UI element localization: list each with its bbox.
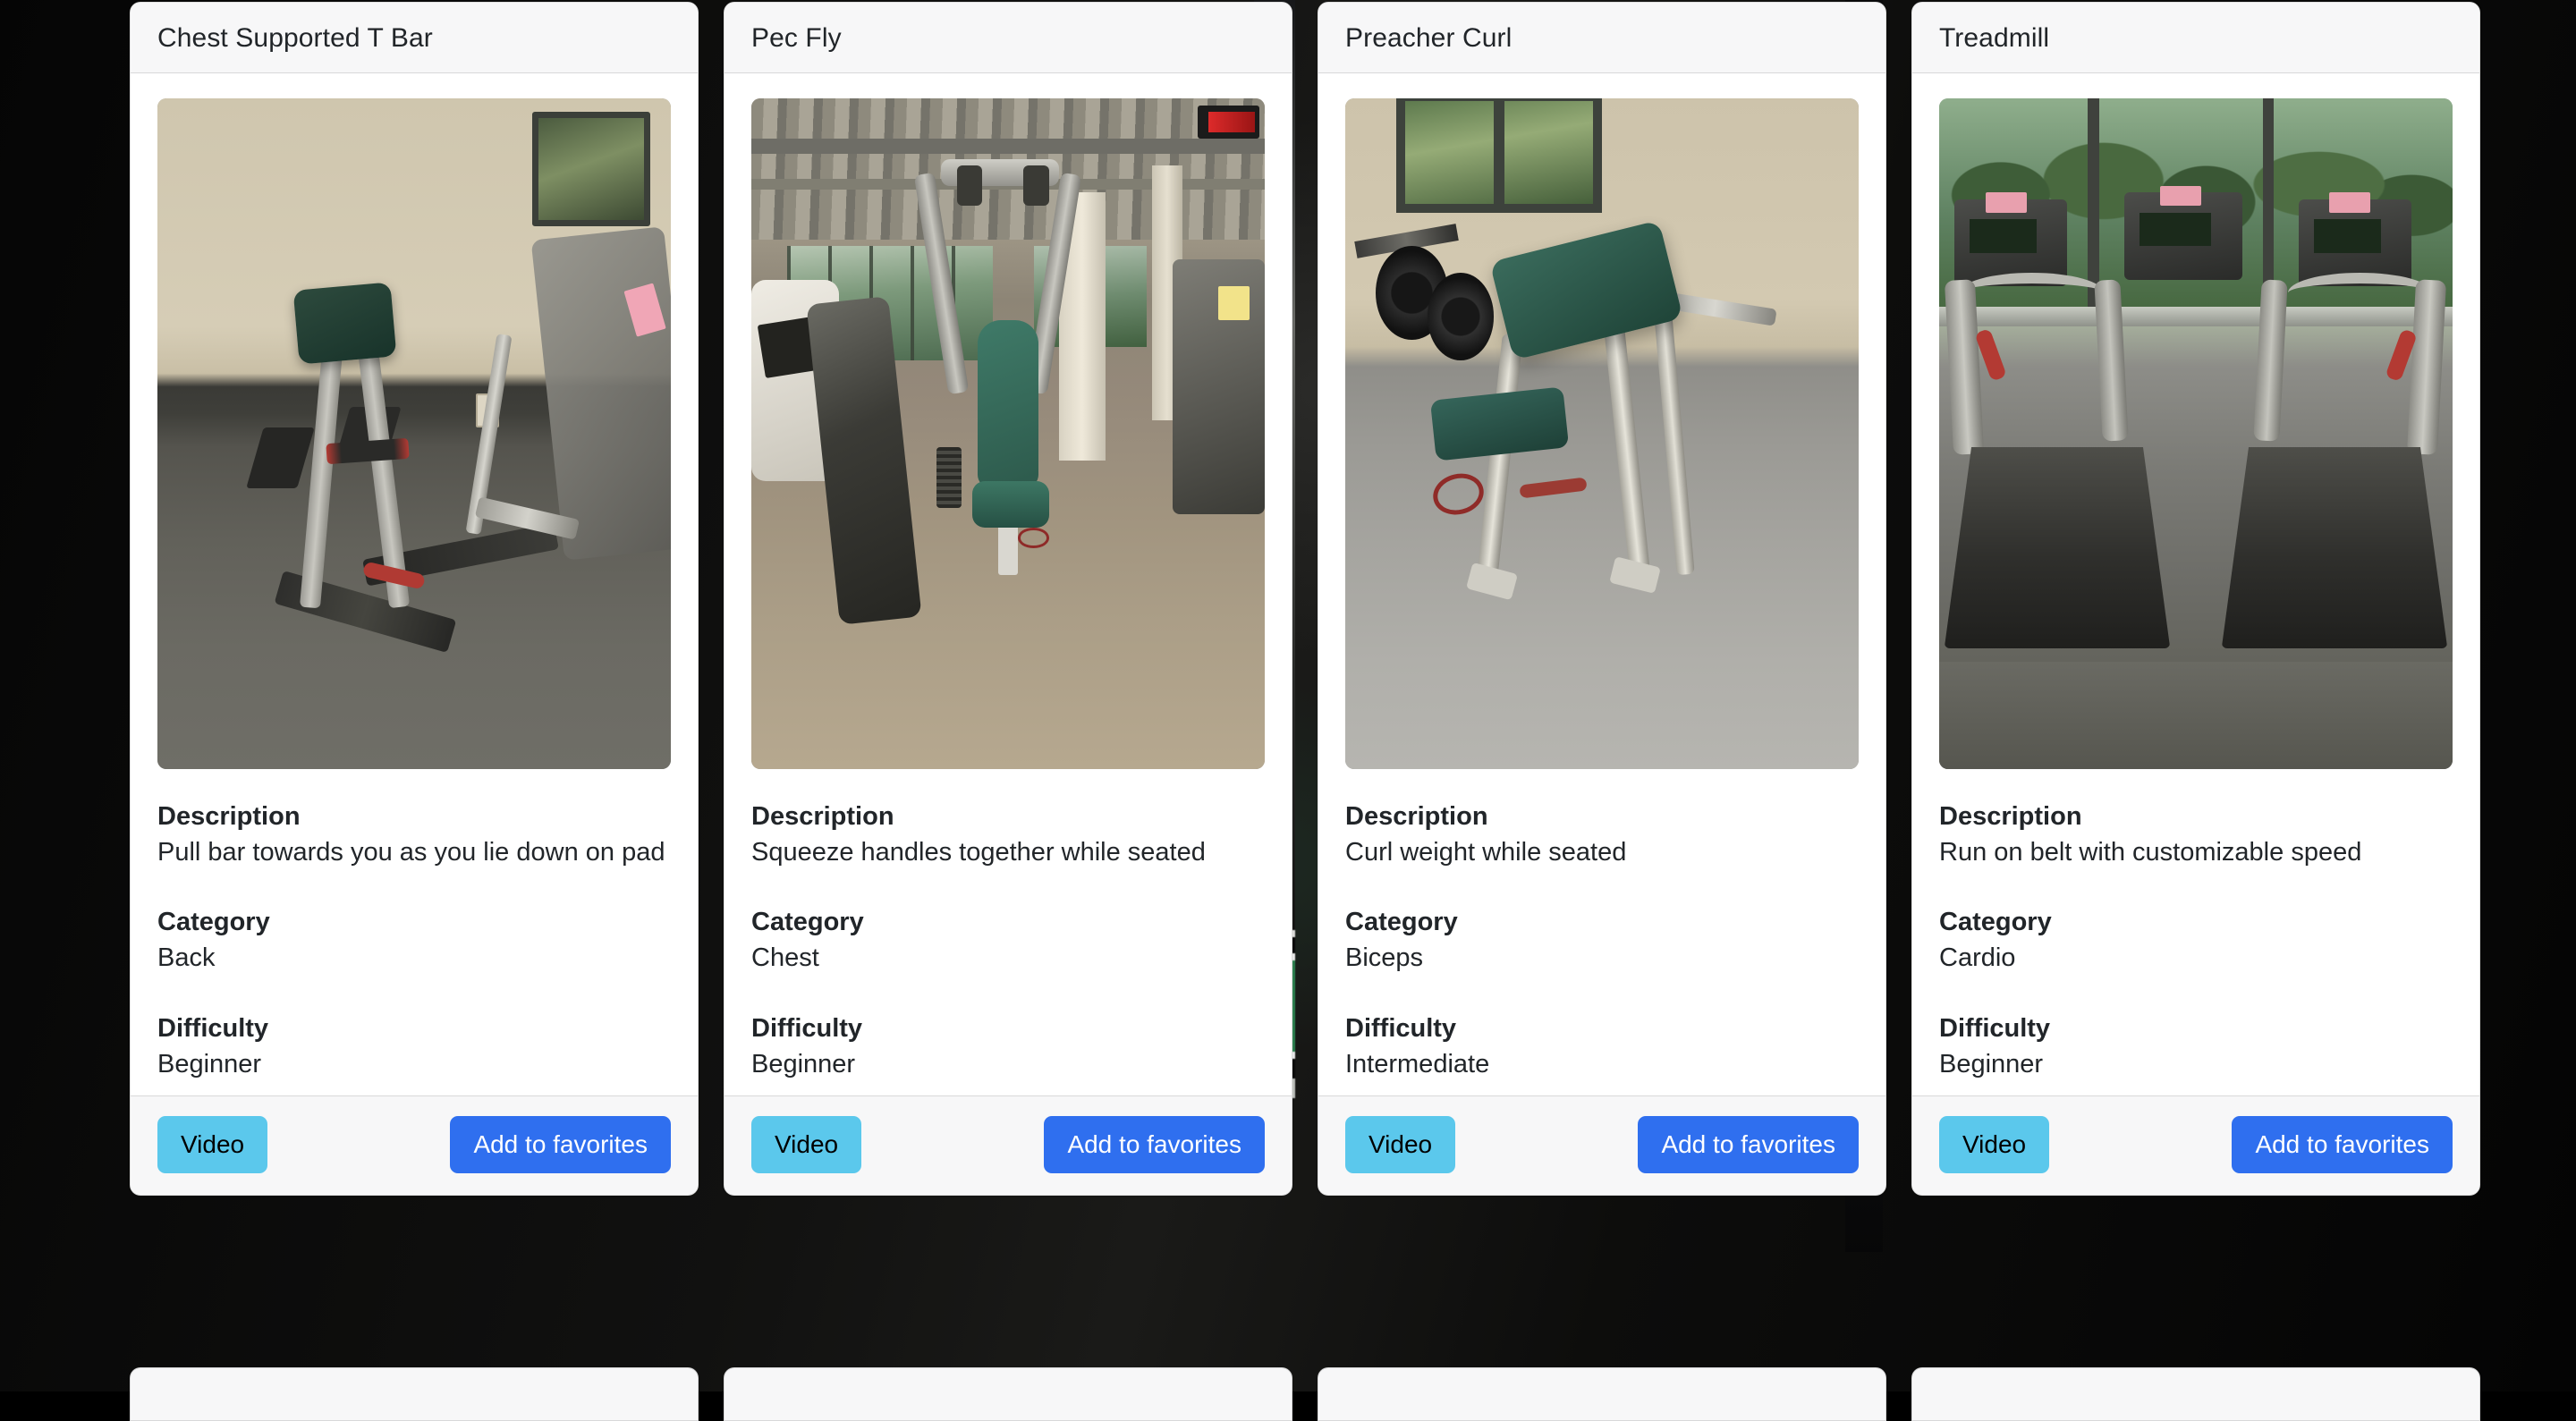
category-value: Cardio (1939, 940, 2453, 977)
card-title: Pec Fly (724, 3, 1292, 73)
exercise-card-column: Pec Fly (724, 2, 1292, 1196)
exercise-image (751, 98, 1265, 769)
difficulty-value: Beginner (1939, 1046, 2453, 1083)
exercise-card[interactable] (1318, 1367, 1886, 1421)
description-value: Pull bar towards you as you lie down on … (157, 834, 671, 871)
video-button[interactable]: Video (751, 1116, 861, 1173)
description-value: Curl weight while seated (1345, 834, 1859, 871)
video-button[interactable]: Video (1939, 1116, 2049, 1173)
difficulty-value: Intermediate (1345, 1046, 1859, 1083)
card-footer: Video Add to favorites (724, 1095, 1292, 1195)
exercise-card-column: Treadmill (1911, 2, 2480, 1196)
card-body: Description Curl weight while seated Cat… (1318, 73, 1885, 1095)
card-body: Description Pull bar towards you as you … (131, 73, 698, 1095)
card-footer: Video Add to favorites (1912, 1095, 2479, 1195)
category-value: Chest (751, 940, 1265, 977)
difficulty-label: Difficulty (1345, 1011, 1859, 1046)
add-to-favorites-button[interactable]: Add to favorites (1044, 1116, 1265, 1173)
category-value: Back (157, 940, 671, 977)
exercise-card[interactable] (1911, 1367, 2480, 1421)
category-label: Category (1939, 905, 2453, 940)
category-value: Biceps (1345, 940, 1859, 977)
exercise-card: Treadmill (1911, 2, 2480, 1196)
category-label: Category (1345, 905, 1859, 940)
description-label: Description (1939, 799, 2453, 834)
description-value: Run on belt with customizable speed (1939, 834, 2453, 871)
description-label: Description (1345, 799, 1859, 834)
exercise-image (1345, 98, 1859, 769)
difficulty-label: Difficulty (157, 1011, 671, 1046)
difficulty-label: Difficulty (751, 1011, 1265, 1046)
difficulty-value: Beginner (157, 1046, 671, 1083)
card-footer: Video Add to favorites (131, 1095, 698, 1195)
exercise-card[interactable] (130, 1367, 699, 1421)
add-to-favorites-button[interactable]: Add to favorites (2232, 1116, 2453, 1173)
card-title: Chest Supported T Bar (131, 3, 698, 73)
exercise-card: Pec Fly (724, 2, 1292, 1196)
description-label: Description (157, 799, 671, 834)
difficulty-label: Difficulty (1939, 1011, 2453, 1046)
exercise-card-grid-next-row (130, 1367, 2448, 1421)
category-label: Category (157, 905, 671, 940)
exercise-image (157, 98, 671, 769)
exercise-card-grid: Chest Supported T Bar Description (130, 2, 2448, 1196)
exercise-card-column: Preacher Curl Description Curl weight wh… (1318, 2, 1886, 1196)
description-value: Squeeze handles together while seated (751, 834, 1265, 871)
description-label: Description (751, 799, 1265, 834)
add-to-favorites-button[interactable]: Add to favorites (450, 1116, 671, 1173)
card-body: Description Squeeze handles together whi… (724, 73, 1292, 1095)
exercise-card-column: Chest Supported T Bar Description (130, 2, 699, 1196)
exercise-card[interactable] (724, 1367, 1292, 1421)
card-title: Treadmill (1912, 3, 2479, 73)
exercise-card: Preacher Curl Description Curl weight wh… (1318, 2, 1886, 1196)
exercise-card: Chest Supported T Bar Description (130, 2, 699, 1196)
exercise-image (1939, 98, 2453, 769)
video-button[interactable]: Video (1345, 1116, 1455, 1173)
card-footer: Video Add to favorites (1318, 1095, 1885, 1195)
video-button[interactable]: Video (157, 1116, 267, 1173)
add-to-favorites-button[interactable]: Add to favorites (1638, 1116, 1859, 1173)
difficulty-value: Beginner (751, 1046, 1265, 1083)
card-title: Preacher Curl (1318, 3, 1885, 73)
category-label: Category (751, 905, 1265, 940)
card-body: Description Run on belt with customizabl… (1912, 73, 2479, 1095)
